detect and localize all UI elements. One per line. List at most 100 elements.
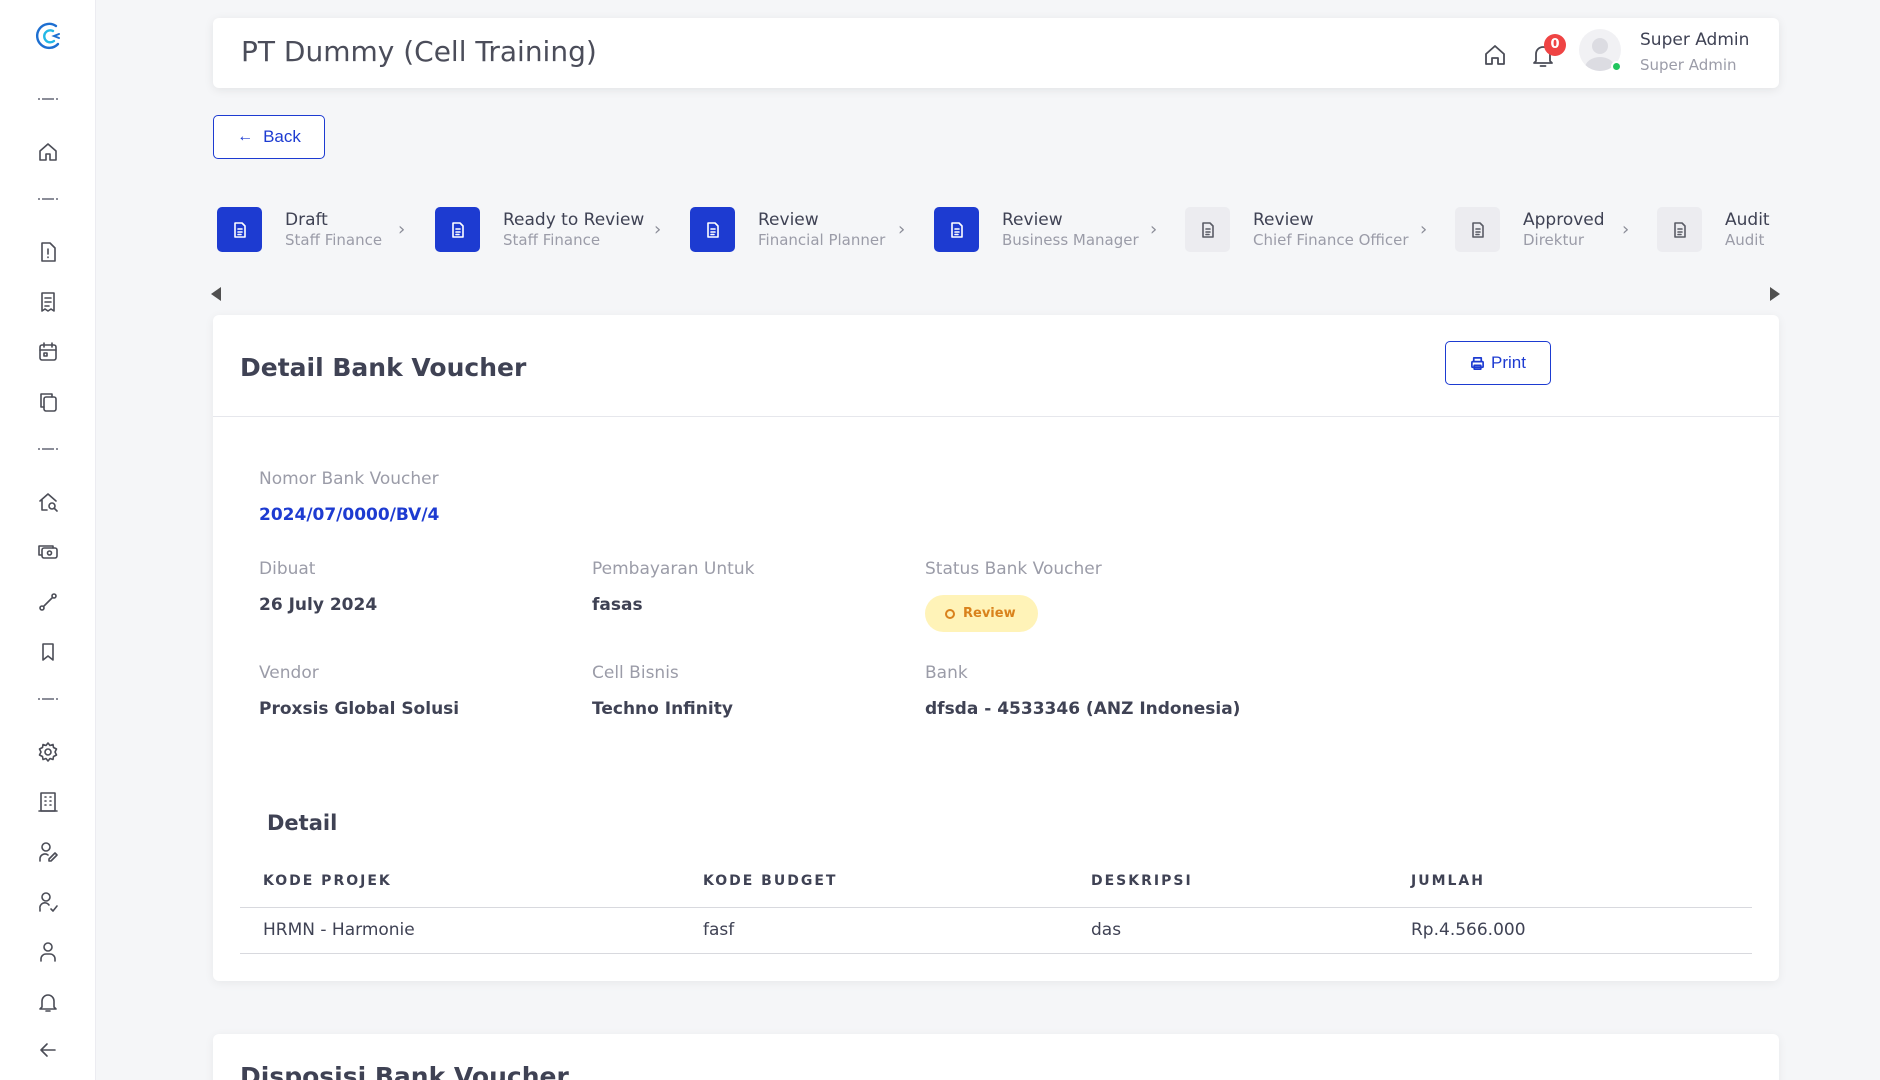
page-title: PT Dummy (Cell Training): [241, 35, 597, 68]
calendar-icon[interactable]: [36, 340, 60, 364]
bookmark-icon[interactable]: [36, 640, 60, 664]
settings-icon[interactable]: [36, 740, 60, 764]
step-review-cfo[interactable]: Review Chief Finance Officer: [1185, 207, 1425, 253]
home-icon[interactable]: [36, 140, 60, 164]
print-button-label: Print: [1491, 353, 1526, 372]
step-ready-to-review[interactable]: Ready to Review Staff Finance: [435, 207, 655, 253]
bank-value: dfsda - 4533346 (ANZ Indonesia): [925, 699, 1241, 719]
detail-section-title: Detail: [267, 811, 338, 835]
document-icon: [934, 207, 979, 252]
pembayaran-label: Pembayaran Untuk: [592, 559, 755, 579]
dibuat-label: Dibuat: [259, 559, 316, 579]
user-name[interactable]: Super Admin: [1640, 30, 1749, 50]
scroll-right-arrow[interactable]: [1770, 287, 1780, 301]
top-header: PT Dummy (Cell Training) 0 Super Admin S…: [213, 18, 1779, 88]
receipt-icon[interactable]: [36, 290, 60, 314]
document-icon: [435, 207, 480, 252]
chevron-right-icon: ›: [654, 219, 662, 240]
back-button[interactable]: ← Back: [213, 115, 325, 159]
office-building-icon[interactable]: [36, 790, 60, 814]
table-cell: Rp.4.566.000: [1411, 920, 1526, 940]
step-review-business-manager[interactable]: Review Business Manager: [934, 207, 1154, 253]
step-review-financial-planner[interactable]: Review Financial Planner: [690, 207, 900, 253]
step-approved[interactable]: Approved Direktur: [1455, 207, 1625, 253]
pembayaran-value: fasas: [592, 595, 643, 615]
vendor-label: Vendor: [259, 663, 319, 683]
document-icon: [690, 207, 735, 252]
scroll-left-arrow[interactable]: [211, 287, 221, 301]
step-audit[interactable]: Audit Audit: [1657, 207, 1777, 253]
back-button-label: Back: [263, 127, 301, 146]
step-title: Draft: [285, 210, 328, 230]
step-title: Review: [1253, 210, 1314, 230]
building-search-icon[interactable]: [36, 490, 60, 514]
chevron-right-icon: ›: [398, 219, 406, 240]
user-icon[interactable]: [36, 940, 60, 964]
table-cell: das: [1091, 920, 1122, 940]
cash-icon[interactable]: [36, 540, 60, 564]
printer-icon: [1471, 356, 1484, 370]
user-role: Super Admin: [1640, 56, 1737, 74]
disposisi-bank-voucher-card: Disposisi Bank Voucher: [213, 1034, 1779, 1080]
step-subtitle: Direktur: [1523, 231, 1585, 249]
column-header: KODE BUDGET: [703, 873, 838, 889]
sidebar-divider: [38, 98, 58, 100]
step-subtitle: Staff Finance: [503, 231, 601, 249]
table-cell: fasf: [703, 920, 735, 940]
copy-icon[interactable]: [36, 390, 60, 414]
step-title: Audit: [1725, 210, 1770, 230]
sidebar-divider: [38, 698, 58, 700]
nomor-value[interactable]: 2024/07/0000/BV/4: [259, 505, 439, 525]
sidebar-divider: [38, 198, 58, 200]
step-title: Approved: [1523, 210, 1605, 230]
user-edit-icon[interactable]: [36, 840, 60, 864]
divider: [213, 416, 1779, 417]
step-subtitle: Business Manager: [1002, 231, 1139, 249]
status-badge: Review: [925, 595, 1038, 632]
online-status-dot: [1611, 61, 1622, 72]
step-draft[interactable]: Draft Staff Finance: [217, 207, 397, 253]
document-icon: [1455, 207, 1500, 252]
detail-bank-voucher-card: Detail Bank Voucher Print Nomor Bank Vou…: [213, 315, 1779, 981]
step-subtitle: Staff Finance: [285, 231, 383, 249]
arrow-left-icon[interactable]: [36, 1038, 60, 1062]
cell-bisnis-value: Techno Infinity: [592, 699, 733, 719]
table-row[interactable]: HRMN - Harmonie fasf das Rp.4.566.000: [240, 908, 1752, 953]
step-subtitle: Audit: [1725, 231, 1765, 249]
step-title: Ready to Review: [503, 210, 645, 230]
card-title: Detail Bank Voucher: [240, 353, 527, 382]
report-alert-icon[interactable]: [36, 240, 60, 264]
status-label: Status Bank Voucher: [925, 559, 1102, 579]
chevron-right-icon: ›: [1150, 219, 1158, 240]
sidebar-divider: [38, 448, 58, 450]
print-button[interactable]: Print: [1445, 341, 1551, 385]
chevron-right-icon: ›: [1420, 219, 1428, 240]
column-header: JUMLAH: [1411, 873, 1485, 889]
document-icon: [217, 207, 262, 252]
home-icon[interactable]: [1481, 41, 1509, 69]
table-cell: HRMN - Harmonie: [263, 920, 415, 940]
chevron-right-icon: ›: [898, 219, 906, 240]
step-subtitle: Chief Finance Officer: [1253, 231, 1409, 249]
nomor-label: Nomor Bank Voucher: [259, 469, 439, 489]
step-subtitle: Financial Planner: [758, 231, 886, 249]
status-value: Review: [963, 606, 1016, 621]
step-title: Review: [1002, 210, 1063, 230]
vendor-value: Proxsis Global Solusi: [259, 699, 460, 719]
bank-label: Bank: [925, 663, 968, 683]
cell-bisnis-label: Cell Bisnis: [592, 663, 679, 683]
dibuat-value: 26 July 2024: [259, 595, 378, 615]
status-ring-icon: [945, 608, 955, 619]
column-header: KODE PROJEK: [263, 873, 392, 889]
bell-icon[interactable]: [36, 990, 60, 1014]
horizontal-scrollbar[interactable]: [200, 282, 1792, 306]
column-header: DESKRIPSI: [1091, 873, 1193, 889]
app-logo[interactable]: [34, 20, 64, 52]
chevron-right-icon: ›: [1622, 219, 1630, 240]
step-title: Review: [758, 210, 819, 230]
notification-count-badge: 0: [1544, 34, 1566, 56]
document-icon: [1657, 207, 1702, 252]
route-icon[interactable]: [36, 590, 60, 614]
arrow-left-icon: ←: [237, 128, 254, 145]
user-check-icon[interactable]: [36, 890, 60, 914]
